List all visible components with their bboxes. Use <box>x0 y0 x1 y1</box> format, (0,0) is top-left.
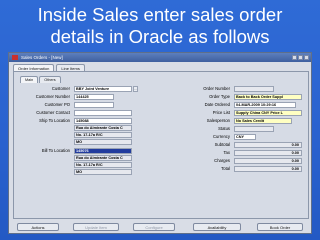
salesperson-label: Salesperson <box>206 118 230 123</box>
customer-number-field[interactable]: 144425 <box>74 94 114 100</box>
update-item-button[interactable]: Update Item <box>73 223 119 231</box>
customer-lov-icon[interactable]: … <box>133 86 138 92</box>
bill-address-line-3: MO <box>74 169 132 175</box>
bill-address-line-1: Rua do Almirante Costa C <box>74 155 132 161</box>
order-type-label: Order Type <box>209 94 230 99</box>
salesperson-field[interactable]: No Sales Credit <box>234 118 292 124</box>
maximize-icon[interactable] <box>298 55 303 60</box>
status-label: Status <box>218 126 230 131</box>
order-type-field[interactable]: Back to Back Order Suppl <box>234 94 302 100</box>
currency-label: Currency <box>213 134 230 139</box>
bill-address-line-2: No. 17-17a R/C <box>74 162 132 168</box>
configure-button[interactable]: Configure <box>133 223 175 231</box>
date-ordered-label: Date Ordered <box>204 102 230 107</box>
book-order-button[interactable]: Book Order <box>257 223 303 231</box>
minimize-icon[interactable] <box>292 55 297 60</box>
charges-field: 0.00 <box>234 158 302 164</box>
slide-title-line-2: details in Oracle as follows <box>50 26 270 47</box>
window-controls <box>292 55 311 60</box>
app-icon <box>12 55 18 60</box>
window-title: Sales Orders - [New] <box>21 55 63 60</box>
main-tabs: Order Information Line Items <box>9 62 311 71</box>
oracle-sales-order-window: Sales Orders - [New] Order Information L… <box>8 52 312 234</box>
customer-po-field[interactable] <box>74 102 114 108</box>
tax-field: 0.00 <box>234 150 302 156</box>
window-titlebar: Sales Orders - [New] <box>9 53 311 62</box>
ship-to-label: Ship To Location <box>39 118 70 123</box>
bill-to-label: Bill To Location <box>41 148 70 153</box>
status-field <box>234 126 274 132</box>
slide-title: Inside Sales enter sales order details i… <box>0 4 320 48</box>
slide-title-line-1: Inside Sales enter sales order <box>37 4 283 25</box>
ship-address-line-2: No. 17-17a R/C <box>74 132 132 138</box>
bill-to-field[interactable]: 145076 <box>74 148 132 154</box>
tab-order-information[interactable]: Order Information <box>13 64 55 71</box>
availability-button[interactable]: Availability <box>193 223 241 231</box>
customer-label: Customer <box>51 86 70 91</box>
total-field: 0.00 <box>234 166 302 172</box>
order-number-label: Order Number <box>203 86 230 91</box>
tab-others[interactable]: Others <box>39 76 61 83</box>
customer-number-label: Customer Number <box>35 94 70 99</box>
action-buttons: Actions Update Item Configure Availabili… <box>13 223 309 231</box>
date-ordered-field[interactable]: 04-MAR-2009 10:29:16 <box>234 102 296 108</box>
price-list-field[interactable]: Supply China CNY Price L <box>234 110 302 116</box>
charges-label: Charges <box>214 158 230 163</box>
order-number-field <box>234 86 274 92</box>
total-label: Total <box>221 166 230 171</box>
customer-po-label: Customer PO <box>44 102 70 107</box>
sub-tabs: Main Others <box>20 76 61 83</box>
ship-to-field[interactable]: 145088 <box>74 118 132 124</box>
subtotal-field: 0.00 <box>234 142 302 148</box>
tax-label: Tax <box>223 150 230 155</box>
close-icon[interactable] <box>304 55 309 60</box>
customer-field[interactable]: BBY Joint Venture <box>74 86 132 92</box>
customer-contact-field[interactable] <box>74 110 132 116</box>
subtotal-label: Subtotal <box>214 142 230 147</box>
ship-address-line-1: Rua do Almirante Costa C <box>74 125 132 131</box>
tab-main[interactable]: Main <box>20 76 39 83</box>
tab-line-items[interactable]: Line Items <box>56 64 85 71</box>
order-panel: Main Others Customer BBY Joint Venture …… <box>13 71 309 219</box>
currency-field[interactable]: CNY <box>234 134 256 140</box>
actions-button[interactable]: Actions <box>17 223 59 231</box>
ship-address-line-3: MO <box>74 139 132 145</box>
customer-contact-label: Customer Contact <box>36 110 70 115</box>
price-list-label: Price List <box>212 110 230 115</box>
